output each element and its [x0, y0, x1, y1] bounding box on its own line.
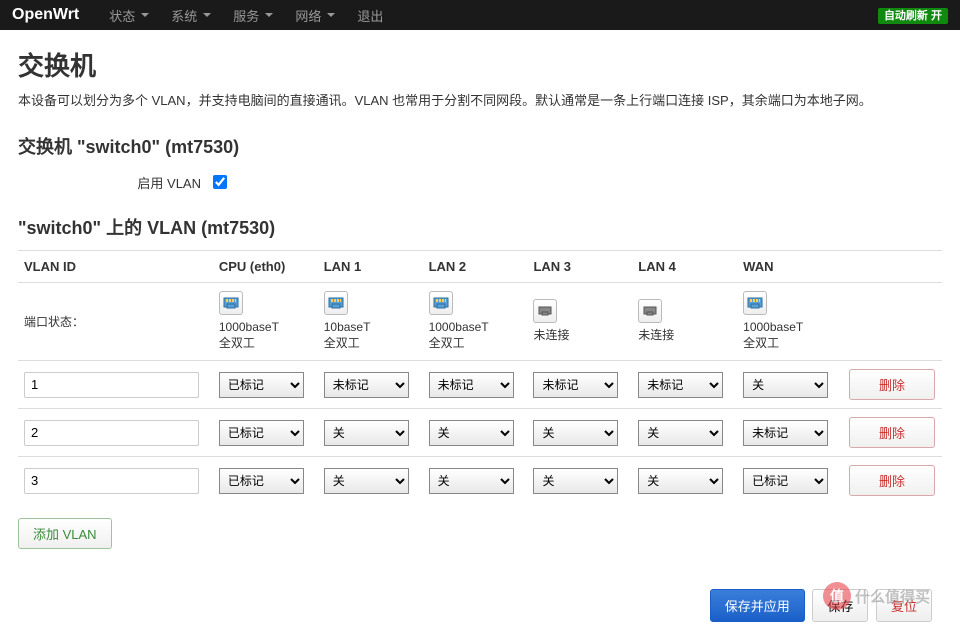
table-header: WAN [737, 250, 842, 282]
vlan-section: "switch0" 上的 VLAN (mt7530) VLAN IDCPU (e… [18, 214, 942, 550]
table-header: LAN 1 [318, 250, 423, 282]
ethernet-connected-icon [219, 291, 243, 315]
vlan-id-input[interactable] [24, 420, 199, 446]
vlan-section-title: "switch0" 上的 VLAN (mt7530) [18, 214, 942, 240]
vlan-port-select[interactable]: 已标记 [219, 468, 304, 494]
vlan-port-select[interactable]: 关 [743, 372, 828, 398]
vlan-port-select[interactable]: 未标记 [429, 372, 514, 398]
table-header: VLAN ID [18, 250, 213, 282]
chevron-down-icon [265, 13, 273, 17]
port-status-2: 1000baseT全双工 [423, 282, 528, 361]
brand-logo: OpenWrt [12, 6, 79, 24]
enable-vlan-row: 启用 VLAN [18, 173, 942, 192]
vlan-id-input[interactable] [24, 468, 199, 494]
table-header: LAN 4 [632, 250, 737, 282]
port-status-label: 端口状态： [18, 282, 213, 361]
table-header: CPU (eth0) [213, 250, 318, 282]
chevron-down-icon [141, 13, 149, 17]
vlan-port-select[interactable]: 关 [638, 420, 723, 446]
vlan-row: 已标记关关关关未标记删除 [18, 409, 942, 457]
chevron-down-icon [203, 13, 211, 17]
ethernet-disconnected-icon [638, 299, 662, 323]
switch-section-title: 交换机 "switch0" (mt7530) [18, 133, 942, 159]
ethernet-connected-icon [743, 291, 767, 315]
port-status-1: 10baseT全双工 [318, 282, 423, 361]
vlan-port-select[interactable]: 关 [429, 468, 514, 494]
port-status-5: 1000baseT全双工 [737, 282, 842, 361]
port-status-text: 未连接 [533, 327, 626, 344]
vlan-port-select[interactable]: 未标记 [743, 420, 828, 446]
ethernet-disconnected-icon [533, 299, 557, 323]
port-status-text: 未连接 [638, 327, 731, 344]
page-actions: 保存并应用 保存 复位 [18, 589, 942, 622]
vlan-port-select[interactable]: 未标记 [533, 372, 618, 398]
reset-button[interactable]: 复位 [876, 589, 932, 622]
vlan-port-select[interactable]: 关 [638, 468, 723, 494]
vlan-port-select[interactable]: 未标记 [638, 372, 723, 398]
port-status-row: 端口状态：1000baseT全双工10baseT全双工1000baseT全双工未… [18, 282, 942, 361]
vlan-port-select[interactable]: 已标记 [743, 468, 828, 494]
table-header: LAN 3 [527, 250, 632, 282]
ethernet-connected-icon [324, 291, 348, 315]
main-container: 交换机 本设备可以划分为多个 VLAN，并支持电脑间的直接通讯。VLAN 也常用… [0, 30, 960, 638]
table-header-row: VLAN IDCPU (eth0)LAN 1LAN 2LAN 3LAN 4WAN [18, 250, 942, 282]
nav-right: 自动刷新 开 [878, 7, 948, 23]
port-status-text: 1000baseT全双工 [219, 319, 312, 353]
vlan-port-select[interactable]: 关 [533, 420, 618, 446]
vlan-port-select[interactable]: 关 [324, 420, 409, 446]
vlan-port-select[interactable]: 已标记 [219, 372, 304, 398]
nav-item-4[interactable]: 退出 [347, 1, 393, 30]
delete-vlan-button[interactable]: 删除 [849, 369, 935, 400]
port-status-text: 1000baseT全双工 [429, 319, 522, 353]
delete-vlan-button[interactable]: 删除 [849, 417, 935, 448]
port-status-3: 未连接 [527, 282, 632, 361]
save-apply-button[interactable]: 保存并应用 [710, 589, 805, 622]
vlan-port-select[interactable]: 关 [533, 468, 618, 494]
chevron-down-icon [327, 13, 335, 17]
vlan-port-select[interactable]: 已标记 [219, 420, 304, 446]
vlan-id-input[interactable] [24, 372, 199, 398]
vlan-port-select[interactable]: 关 [429, 420, 514, 446]
delete-vlan-button[interactable]: 删除 [849, 465, 935, 496]
navbar: OpenWrt 状态系统服务网络退出 自动刷新 开 [0, 0, 960, 30]
nav-item-3[interactable]: 网络 [285, 1, 345, 30]
add-vlan-button[interactable]: 添加 VLAN [18, 518, 112, 549]
vlan-row: 已标记关关关关已标记删除 [18, 457, 942, 505]
nav-item-2[interactable]: 服务 [223, 1, 283, 30]
nav-item-0[interactable]: 状态 [99, 1, 159, 30]
enable-vlan-checkbox[interactable] [213, 175, 227, 189]
page-title: 交换机 [18, 46, 942, 83]
port-status-text: 1000baseT全双工 [743, 319, 836, 353]
ethernet-connected-icon [429, 291, 453, 315]
table-header: LAN 2 [423, 250, 528, 282]
port-status-4: 未连接 [632, 282, 737, 361]
vlan-table: VLAN IDCPU (eth0)LAN 1LAN 2LAN 3LAN 4WAN… [18, 250, 942, 505]
nav-item-1[interactable]: 系统 [161, 1, 221, 30]
auto-refresh-toggle[interactable]: 自动刷新 开 [878, 8, 948, 24]
page-description: 本设备可以划分为多个 VLAN，并支持电脑间的直接通讯。VLAN 也常用于分割不… [18, 91, 942, 111]
vlan-port-select[interactable]: 关 [324, 468, 409, 494]
save-button[interactable]: 保存 [812, 589, 868, 622]
vlan-port-select[interactable]: 未标记 [324, 372, 409, 398]
port-status-0: 1000baseT全双工 [213, 282, 318, 361]
port-status-text: 10baseT全双工 [324, 319, 417, 353]
enable-vlan-label: 启用 VLAN [18, 173, 213, 192]
nav-items: 状态系统服务网络退出 [99, 1, 393, 30]
vlan-row: 已标记未标记未标记未标记未标记关删除 [18, 361, 942, 409]
